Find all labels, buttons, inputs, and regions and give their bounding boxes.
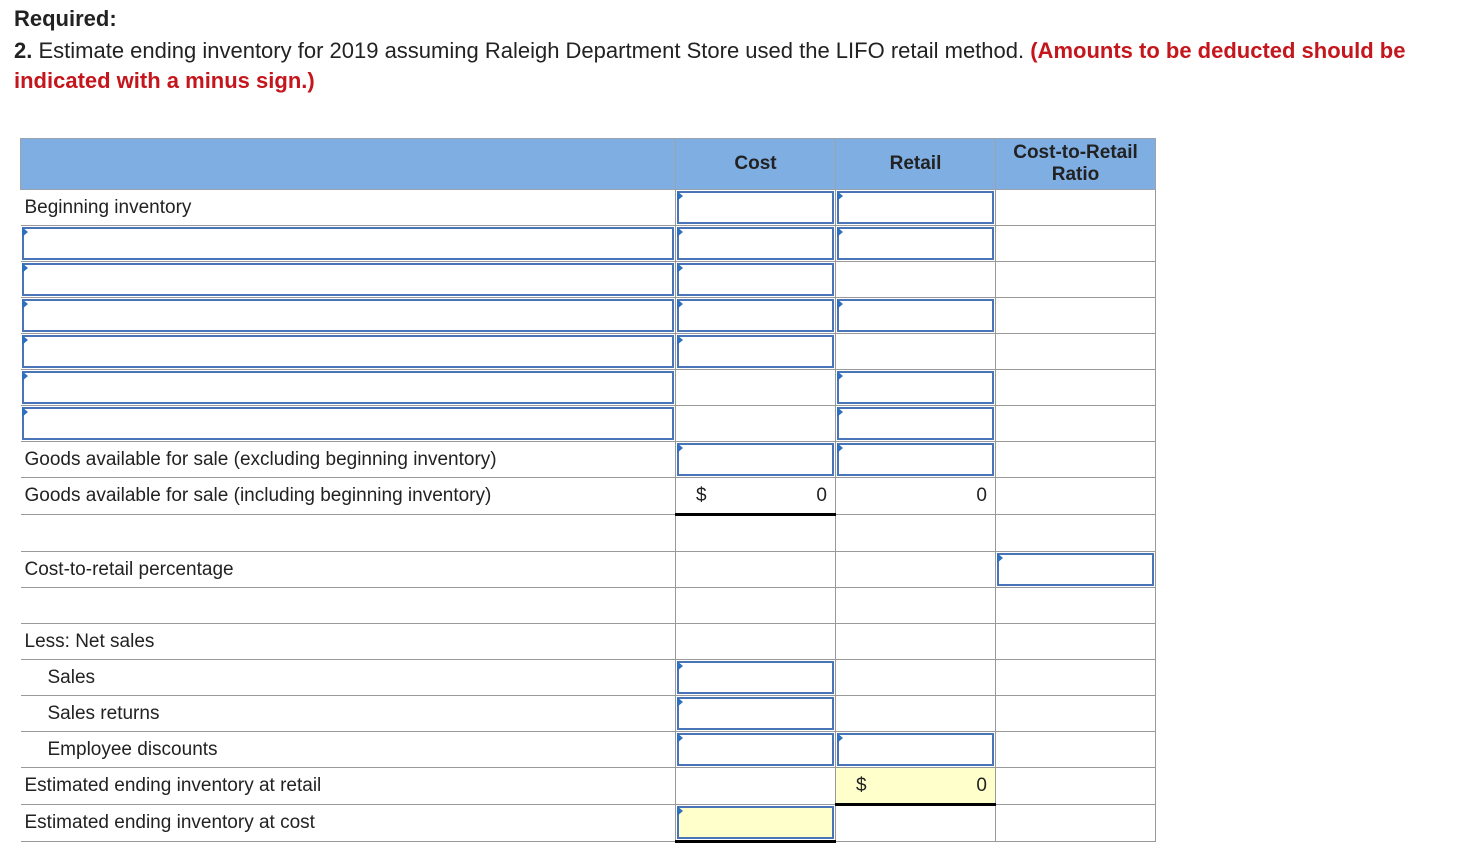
lifo-retail-worksheet: Cost Retail Cost-to-Retail Ratio Beginni… bbox=[20, 138, 1156, 843]
item-retail-input-3[interactable] bbox=[837, 299, 994, 332]
goods-incl-retail-value: 0 bbox=[976, 485, 987, 506]
table-row: Goods available for sale (excluding begi… bbox=[20, 441, 1156, 478]
less-net-sales-label: Less: Net sales bbox=[24, 630, 155, 652]
table-row bbox=[20, 587, 1156, 624]
question-number: 2. bbox=[14, 38, 33, 63]
goods-incl-cost-value: 0 bbox=[816, 485, 827, 506]
table-row: Employee discounts bbox=[20, 731, 1156, 768]
item-cost-input-4[interactable] bbox=[677, 335, 834, 368]
est-cost-label: Estimated ending inventory at cost bbox=[24, 812, 315, 833]
beginning-cost-input[interactable] bbox=[677, 191, 834, 224]
item-retail-input-6[interactable] bbox=[837, 407, 994, 440]
table-row: Estimated ending inventory at retail $ 0 bbox=[20, 767, 1156, 806]
cost-to-retail-ratio-input[interactable] bbox=[997, 553, 1154, 586]
est-cost-input[interactable] bbox=[677, 806, 834, 839]
table-row: Sales returns bbox=[20, 695, 1156, 732]
row-label: Beginning inventory bbox=[20, 189, 676, 226]
question-statement: Estimate ending inventory for 2019 assum… bbox=[32, 38, 1031, 63]
item-label-input-2[interactable] bbox=[21, 263, 674, 296]
est-retail-value: 0 bbox=[976, 775, 987, 796]
table-row bbox=[20, 225, 1156, 262]
table-row: Cost-to-retail percentage bbox=[20, 551, 1156, 588]
table-row bbox=[20, 514, 1156, 552]
goods-excl-retail-input[interactable] bbox=[837, 443, 994, 476]
table-row bbox=[20, 405, 1156, 442]
item-cost-input-2[interactable] bbox=[677, 263, 834, 296]
table-row: Sales bbox=[20, 659, 1156, 696]
employee-discounts-cost-input[interactable] bbox=[677, 733, 834, 766]
currency-symbol: $ bbox=[856, 775, 867, 796]
header-row: Cost Retail Cost-to-Retail Ratio bbox=[20, 138, 1156, 190]
beginning-retail-input[interactable] bbox=[837, 191, 994, 224]
employee-discounts-label: Employee discounts bbox=[47, 738, 218, 760]
sales-returns-label: Sales returns bbox=[47, 702, 160, 724]
item-label-input-4[interactable] bbox=[21, 335, 674, 368]
sales-label: Sales bbox=[47, 666, 96, 688]
item-label-input-5[interactable] bbox=[21, 371, 674, 404]
currency-symbol: $ bbox=[696, 485, 707, 506]
sales-input[interactable] bbox=[677, 661, 834, 694]
header-retail: Retail bbox=[835, 138, 996, 190]
cost-to-retail-label: Cost-to-retail percentage bbox=[24, 558, 234, 580]
item-label-input-3[interactable] bbox=[21, 299, 674, 332]
item-cost-input-3[interactable] bbox=[677, 299, 834, 332]
item-cost-input-1[interactable] bbox=[677, 227, 834, 260]
item-label-input-1[interactable] bbox=[21, 227, 674, 260]
header-blank bbox=[20, 138, 676, 190]
required-heading: Required: bbox=[14, 6, 117, 31]
est-retail-label: Estimated ending inventory at retail bbox=[24, 775, 322, 796]
table-row bbox=[20, 297, 1156, 334]
table-row bbox=[20, 369, 1156, 406]
table-row: Estimated ending inventory at cost bbox=[20, 804, 1156, 843]
employee-discounts-retail-input[interactable] bbox=[837, 733, 994, 766]
table-row: Beginning inventory bbox=[20, 189, 1156, 226]
item-label-input-6[interactable] bbox=[21, 407, 674, 440]
beginning-inventory-label: Beginning inventory bbox=[24, 196, 192, 218]
question-text: 2. Estimate ending inventory for 2019 as… bbox=[14, 36, 1474, 96]
item-retail-input-1[interactable] bbox=[837, 227, 994, 260]
table-row bbox=[20, 261, 1156, 298]
header-cost: Cost bbox=[675, 138, 836, 190]
goods-excl-label: Goods available for sale (excluding begi… bbox=[24, 448, 497, 470]
sales-returns-input[interactable] bbox=[677, 697, 834, 730]
header-ratio: Cost-to-Retail Ratio bbox=[995, 138, 1156, 190]
table-row: Goods available for sale (including begi… bbox=[20, 477, 1156, 516]
table-row: Less: Net sales bbox=[20, 623, 1156, 660]
goods-excl-cost-input[interactable] bbox=[677, 443, 834, 476]
table-row bbox=[20, 333, 1156, 370]
item-retail-input-5[interactable] bbox=[837, 371, 994, 404]
goods-incl-label: Goods available for sale (including begi… bbox=[24, 485, 492, 506]
